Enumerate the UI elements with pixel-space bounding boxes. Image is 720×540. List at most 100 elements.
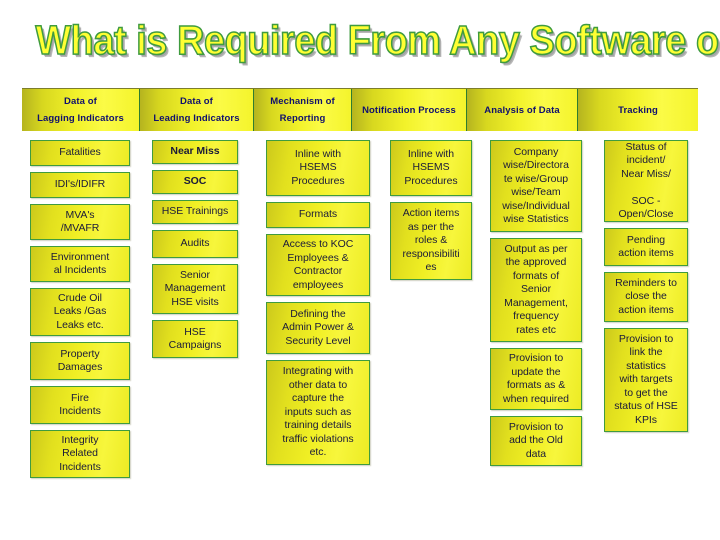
node-box[interactable]: Access to KOC Employees & Contractor employ… — [266, 234, 370, 296]
node-text-line: SOC — [183, 175, 207, 188]
node-box[interactable]: SOC — [152, 170, 238, 194]
node-box[interactable]: Integrating with other data to capture the… — [266, 360, 370, 465]
column-mechanism-of-reporting: Inline with HSEMS Procedures Formats Access … — [266, 140, 370, 471]
node-box[interactable]: IDI's/IDIFR — [30, 172, 130, 198]
category-header-bar: Data of Lagging Indicators Data of Leading … — [22, 88, 698, 131]
node-text-line: Property — [60, 347, 100, 360]
node-text-line: HSEMS — [412, 161, 450, 174]
node-box[interactable]: Audits — [152, 230, 238, 258]
node-text-line: SOC - — [631, 194, 661, 207]
node-text-line: Formats — [298, 208, 338, 221]
node-box[interactable]: Reminders to close the action items — [604, 272, 688, 322]
node-box-text: Property Damages — [58, 348, 103, 375]
node-text-line: Contractor — [293, 265, 343, 277]
page-title: What is Required From Any Software on HS… — [0, 14, 720, 74]
node-text-line: Audits — [180, 237, 210, 250]
node-box[interactable]: Provision to add the Old data — [490, 416, 582, 466]
node-box-text: Inline with HSEMS Procedures — [404, 148, 457, 189]
header-label-line: Leading Indicators — [153, 113, 240, 124]
node-box-text: HSE Trainings — [162, 205, 229, 219]
node-box[interactable]: Action items as per the roles & responsibil… — [390, 202, 472, 280]
column-leading-indicators: Near Miss SOC HSE Trainings Audits Senior Man… — [152, 140, 238, 364]
node-text-line: Near Miss — [170, 145, 220, 158]
node-box-text: HSE Campaigns — [169, 326, 222, 353]
node-box[interactable]: Senior Management HSE visits — [152, 264, 238, 314]
node-text-line: te wise/Group — [503, 172, 569, 185]
node-box-text: SOC — [184, 175, 207, 189]
node-box-text: Status of incident/Near Miss/ SOC - Open/C… — [619, 141, 674, 222]
node-text-line: update the — [511, 365, 561, 378]
node-text-line: capture the — [292, 392, 344, 405]
node-text-line: KPIs — [635, 413, 657, 426]
header-cell-tracking: Tracking — [578, 89, 698, 131]
node-text-line: wise/Individual — [502, 199, 570, 212]
header-label-line: Notification Process — [362, 104, 456, 116]
node-text-line: as per the — [407, 220, 455, 233]
header-label-line: Reporting — [279, 113, 326, 124]
header-label-line: Data of — [64, 96, 97, 107]
header-label-line: Mechanism of — [270, 96, 335, 107]
node-text-line: Near Miss/ — [621, 167, 671, 180]
node-text-line: training details — [284, 419, 352, 432]
node-text-line: close the — [625, 290, 667, 303]
node-box-text: Provision to add the Old data — [509, 421, 563, 462]
header-cell-lagging-indicators: Data of Lagging Indicators — [22, 89, 140, 131]
node-box[interactable]: Inline with HSEMS Procedures — [390, 140, 472, 196]
node-box[interactable]: Crude Oil Leaks /Gas Leaks etc. — [30, 288, 130, 336]
node-box[interactable]: Defining the Admin Power & Security Level — [266, 302, 370, 354]
node-box[interactable]: Provision to link the statistics with targe… — [604, 328, 688, 432]
node-text-line: other data to — [288, 378, 348, 391]
node-text-line: MVA's — [65, 208, 95, 221]
node-text-line: rates etc — [516, 323, 556, 336]
node-box[interactable]: Fire Incidents — [30, 386, 130, 424]
column-analysis-of-data: Company wise/Directora te wise/Group wise/T… — [490, 140, 582, 472]
node-box[interactable]: Formats — [266, 202, 370, 228]
node-text-line: the approved — [505, 256, 567, 269]
node-box-text: Defining the Admin Power & Security Level — [282, 308, 354, 349]
node-text-line: /MVAFR — [60, 222, 100, 234]
node-box[interactable]: Near Miss — [152, 140, 238, 164]
node-text-line: HSE — [184, 325, 206, 338]
node-box[interactable]: Pending action items — [604, 228, 688, 266]
node-text-line: Provision to — [508, 352, 564, 364]
node-text-line: es — [425, 261, 437, 274]
node-text-line: to get the — [624, 386, 668, 399]
node-box[interactable]: HSE Trainings — [152, 200, 238, 224]
node-text-line: action items — [618, 303, 674, 316]
node-box[interactable]: HSE Campaigns — [152, 320, 238, 358]
node-text-line: Inline with — [407, 147, 455, 160]
header-label-line: Tracking — [618, 104, 658, 116]
node-text-line: Fatalities — [59, 146, 101, 159]
node-text-line: when required — [503, 392, 569, 405]
node-text-line: action items — [618, 247, 674, 259]
node-text-line: Access to KOC — [282, 238, 354, 250]
node-box[interactable]: Company wise/Directora te wise/Group wise/T… — [490, 140, 582, 232]
node-box[interactable]: Provision to update the formats as & when r… — [490, 348, 582, 410]
node-box[interactable]: Output as per the approved formats of Senio… — [490, 238, 582, 342]
node-text-line: frequency — [513, 310, 559, 323]
node-box[interactable]: Integrity Related Incidents — [30, 430, 130, 478]
node-box[interactable]: Fatalities — [30, 140, 130, 166]
node-text-line: responsibiliti — [402, 247, 460, 260]
node-text-line: Leaks etc. — [56, 318, 104, 331]
node-box[interactable]: Environment al Incidents — [30, 246, 130, 282]
node-text-line: Output as per — [504, 242, 568, 255]
node-box[interactable]: Status of incident/Near Miss/ SOC - Open/C… — [604, 140, 688, 222]
node-text-line: Admin Power & — [282, 321, 354, 334]
node-box[interactable]: MVA's/MVAFR — [30, 204, 130, 240]
node-box-text: Audits — [181, 237, 210, 251]
node-text-line: statistics — [626, 359, 666, 372]
node-box-text: Access to KOC Employees & Contractor employ… — [283, 238, 354, 292]
node-box-text: Crude Oil Leaks /Gas Leaks etc. — [54, 292, 107, 333]
node-text-line: Integrity — [61, 433, 99, 446]
node-text-line: Procedures — [404, 174, 458, 187]
node-text-line: etc. — [309, 446, 327, 459]
node-text-line: Security Level — [285, 334, 351, 347]
node-text-line: incident/ — [626, 154, 666, 166]
node-text-line: Senior — [179, 268, 211, 281]
node-box[interactable]: Inline with HSEMS Procedures — [266, 140, 370, 196]
node-box-text: Fire Incidents — [59, 392, 101, 419]
node-box[interactable]: Property Damages — [30, 342, 130, 380]
node-box-text: Pending action items — [618, 234, 673, 261]
node-text-line: Pending — [626, 233, 666, 246]
